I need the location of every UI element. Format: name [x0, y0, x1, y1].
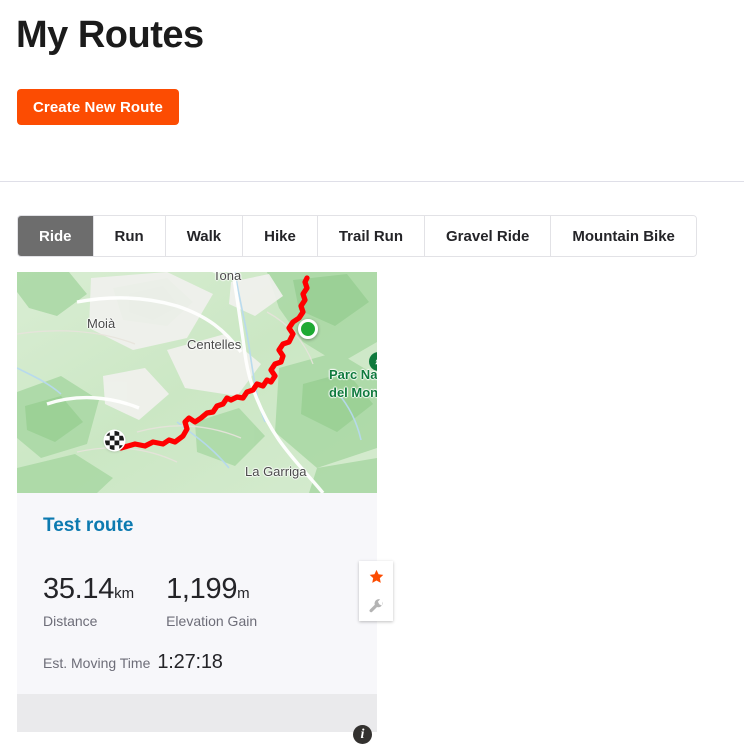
activity-type-tabs: Ride Run Walk Hike Trail Run Gravel Ride Mount…: [17, 215, 697, 257]
stat-value: 35.14km: [43, 573, 134, 610]
stat-number: 1,199: [166, 573, 238, 605]
tab-mountain-bike[interactable]: Mountain Bike: [551, 216, 696, 256]
create-new-route-button[interactable]: Create New Route: [17, 89, 179, 125]
stat-unit: m: [237, 585, 250, 602]
tab-gravel-ride[interactable]: Gravel Ride: [425, 216, 552, 256]
moving-time-row: Est. Moving Time 1:27:18: [43, 651, 351, 688]
moving-time-label: Est. Moving Time: [43, 655, 151, 671]
header-divider: [0, 181, 744, 182]
page-title: My Routes: [16, 14, 204, 56]
stat-elevation-gain: 1,199m Elevation Gain: [166, 573, 257, 629]
stat-distance: 35.14km Distance: [43, 573, 134, 629]
tab-ride[interactable]: Ride: [18, 216, 94, 256]
map-info-icon[interactable]: i: [353, 725, 372, 744]
route-end-marker-green-circle-icon: [298, 319, 318, 339]
map-controls: [359, 561, 393, 621]
tab-walk[interactable]: Walk: [165, 216, 244, 256]
tab-trail-run[interactable]: Trail Run: [317, 216, 426, 256]
stat-label: Distance: [43, 613, 98, 629]
route-map-preview[interactable]: Tona Moià Centelles La Garriga Parc Na del Mo…: [17, 272, 377, 493]
route-card: Tona Moià Centelles La Garriga Parc Na del Mo…: [17, 272, 393, 744]
tab-run[interactable]: Run: [93, 216, 166, 256]
route-card-body: Test route 35.14km Distance 1,199m Elevatio…: [17, 493, 377, 694]
map-canvas: [17, 272, 377, 493]
wrench-icon[interactable]: [359, 591, 393, 621]
moving-time-value: 1:27:18: [157, 651, 223, 673]
stat-number: 35.14: [43, 573, 115, 605]
tab-hike[interactable]: Hike: [243, 216, 318, 256]
route-name-link[interactable]: Test route: [43, 515, 133, 537]
star-icon[interactable]: [359, 561, 393, 591]
stat-value: 1,199m: [166, 573, 257, 610]
stat-unit: km: [114, 585, 135, 602]
route-stats: 35.14km Distance 1,199m Elevation Gain: [43, 573, 351, 629]
stat-label: Elevation Gain: [166, 613, 258, 629]
route-start-marker-checkered-flag-icon: [105, 431, 124, 450]
my-routes-page: My Routes Create New Route Ride Run Walk Hi…: [0, 0, 744, 752]
route-card-footer: [17, 694, 377, 732]
